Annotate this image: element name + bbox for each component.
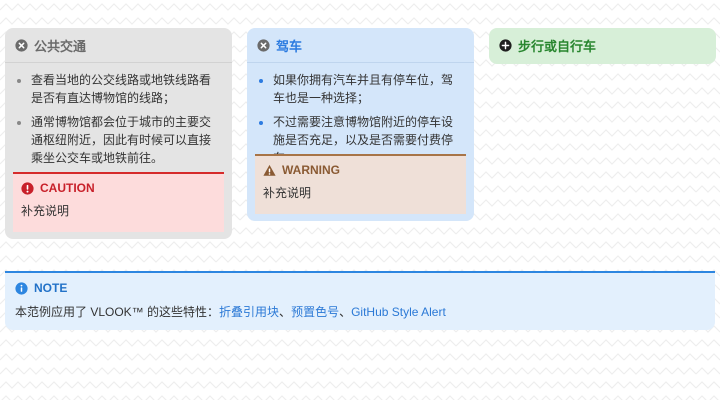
drive-header[interactable]: 驾车 (247, 28, 474, 63)
note-prefix: 本范例应用了 VLOOK™ 的这些特性： (15, 305, 220, 319)
note-link-github-alert[interactable]: GitHub Style Alert (351, 305, 446, 319)
note-text: 本范例应用了 VLOOK™ 的这些特性：折叠引用块、预置色号、GitHub St… (5, 303, 715, 321)
warning-label: WARNING (282, 163, 340, 177)
caution-label: CAUTION (40, 181, 95, 195)
list-item: 如果你拥有汽车并且有停车位，驾车也是一种选择； (273, 71, 464, 107)
drive-list: 如果你拥有汽车并且有停车位，驾车也是一种选择； 不过需要注意博物馆附近的停车设施… (247, 71, 474, 167)
walk-title: 步行或自行车 (518, 38, 597, 54)
note-separator: 、 (339, 305, 352, 319)
alert-circle-icon (21, 181, 34, 195)
note-header: NOTE (5, 273, 715, 303)
walk-callout: 步行或自行车 (489, 28, 716, 64)
caution-alert: CAUTION 补充说明 (13, 172, 224, 232)
warning-header: WARNING (255, 156, 466, 184)
note-label: NOTE (34, 281, 68, 295)
drive-title: 驾车 (276, 38, 303, 54)
note-separator: 、 (279, 305, 292, 319)
plus-circle-icon[interactable] (499, 38, 512, 52)
transit-list: 查看当地的公交线路或地铁线路看是否有直达博物馆的线路； 通常博物馆都会位于城市的… (5, 71, 232, 167)
transit-callout: 公共交通 查看当地的公交线路或地铁线路看是否有直达博物馆的线路； 通常博物馆都会… (5, 28, 232, 239)
drive-callout: 驾车 如果你拥有汽车并且有停车位，驾车也是一种选择； 不过需要注意博物馆附近的停… (247, 28, 474, 221)
note-link-colors[interactable]: 预置色号 (291, 305, 339, 319)
transit-title: 公共交通 (34, 38, 87, 54)
caution-header: CAUTION (13, 174, 224, 202)
list-item: 查看当地的公交线路或地铁线路看是否有直达博物馆的线路； (31, 71, 222, 107)
note-link-fold[interactable]: 折叠引用块 (219, 305, 279, 319)
list-item: 通常博物馆都会位于城市的主要交通枢纽附近，因此有时候可以直接乘坐公交车或地铁前往… (31, 113, 222, 167)
x-circle-icon[interactable] (257, 38, 270, 52)
warning-text: 补充说明 (263, 186, 312, 200)
x-circle-icon[interactable] (15, 38, 28, 52)
warning-alert: WARNING 补充说明 (255, 154, 466, 214)
transit-header[interactable]: 公共交通 (5, 28, 232, 63)
caution-text: 补充说明 (21, 204, 70, 218)
note-alert: NOTE 本范例应用了 VLOOK™ 的这些特性：折叠引用块、预置色号、GitH… (5, 271, 715, 330)
walk-header[interactable]: 步行或自行车 (489, 28, 716, 62)
warning-triangle-icon (263, 164, 276, 177)
info-circle-icon (15, 281, 28, 295)
